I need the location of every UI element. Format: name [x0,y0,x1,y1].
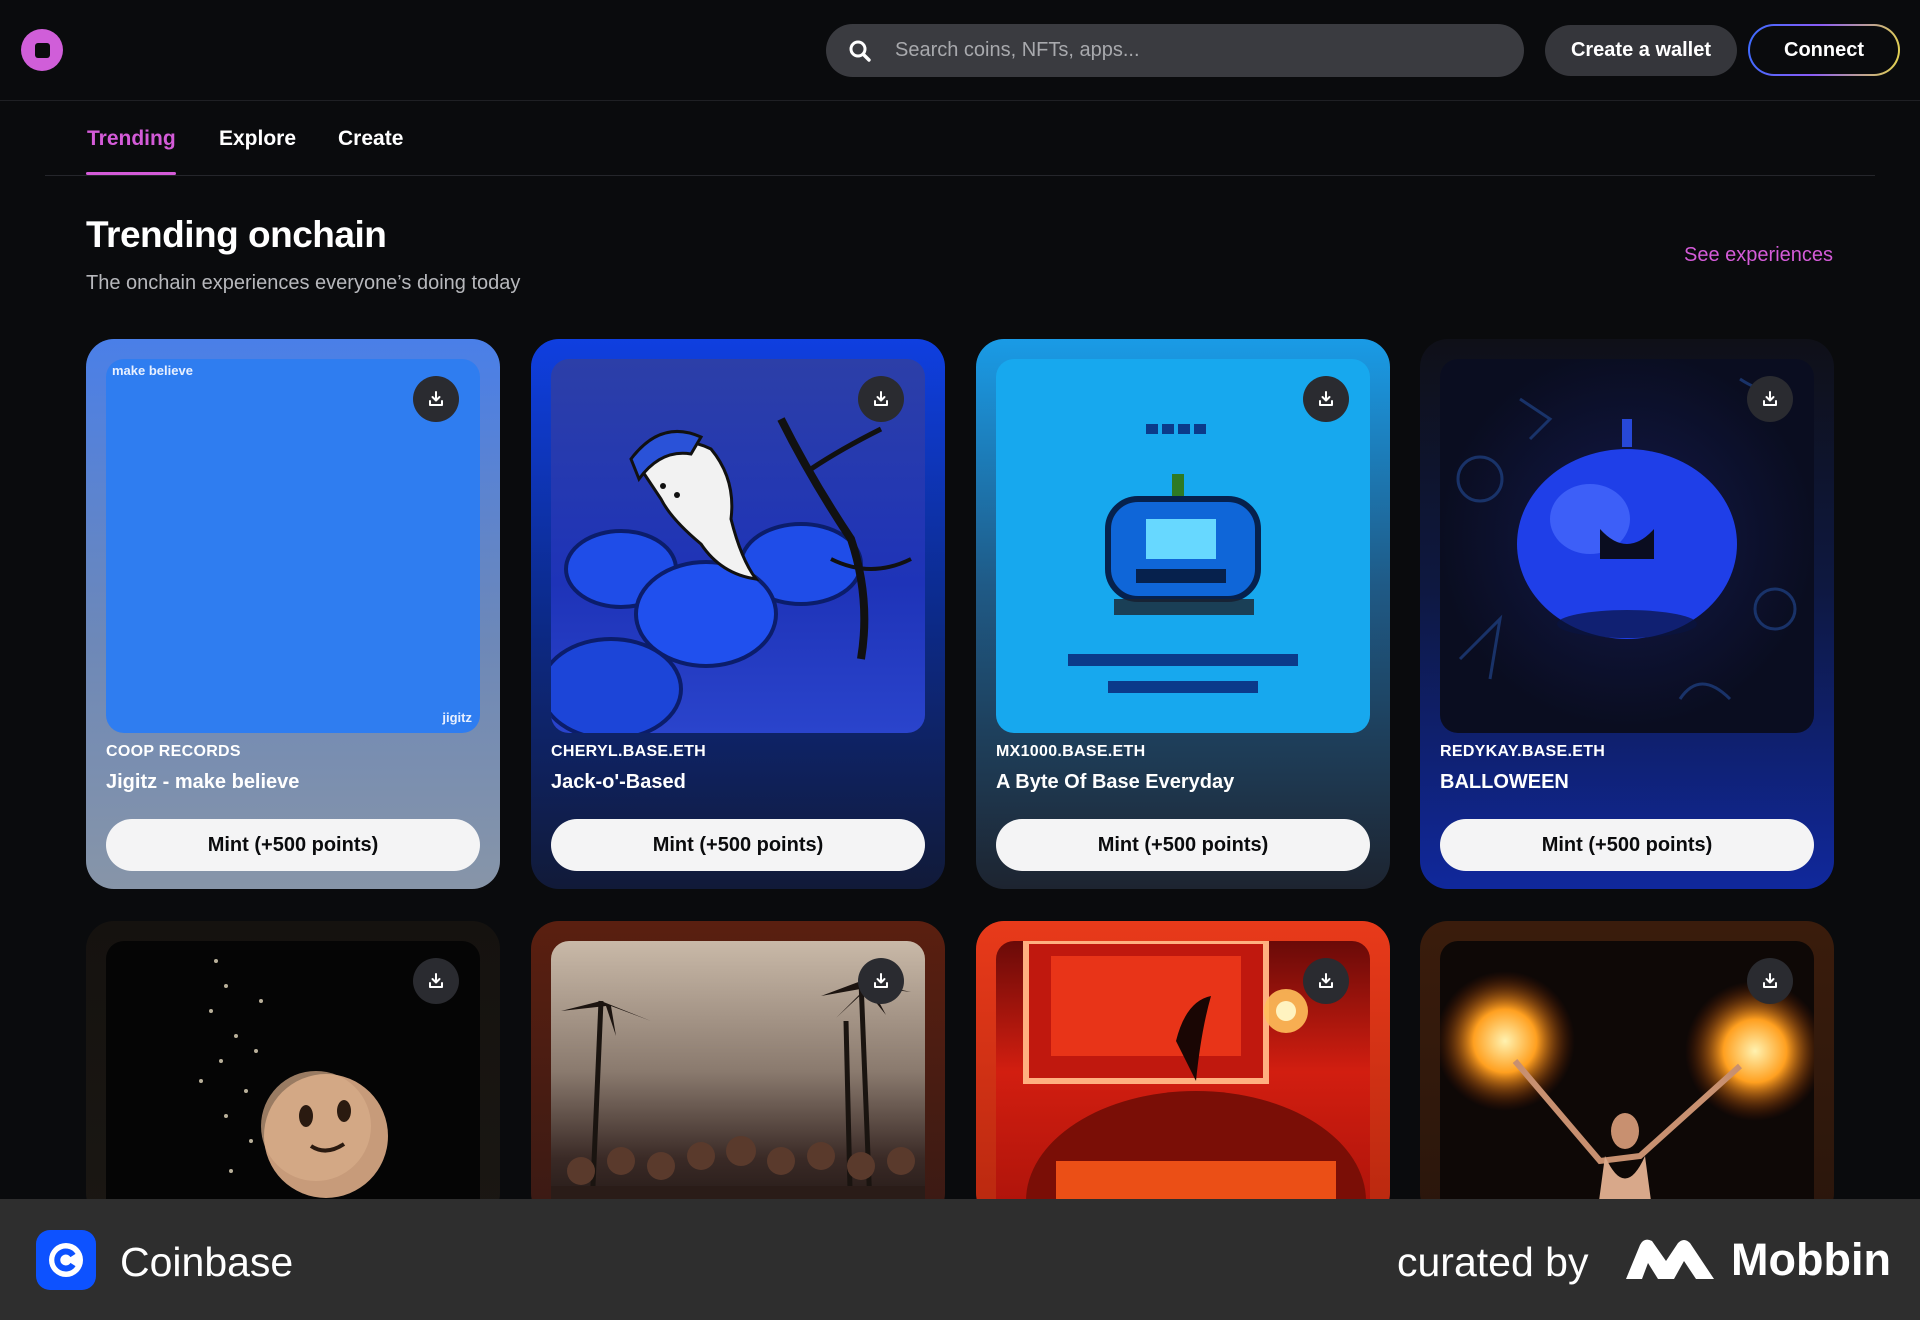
search-icon [849,40,871,62]
download-button[interactable] [1303,958,1349,1004]
attribution-bar: Coinbase curated by Mobbin [0,1199,1920,1320]
card-creator[interactable]: CHERYL.BASE.ETH [551,743,706,761]
download-button[interactable] [858,958,904,1004]
experience-card[interactable] [1420,921,1834,1221]
download-icon [1763,973,1777,988]
mint-button[interactable]: Mint (+500 points) [106,819,480,871]
tab-create[interactable]: Create [338,127,403,151]
experience-card[interactable]: make believe jigitz COOP RECORDS Jigitz … [86,339,500,889]
download-icon [874,391,888,406]
curated-by-label: curated by [1397,1239,1589,1285]
download-button[interactable] [1747,376,1793,422]
active-tab-indicator [86,172,176,175]
experience-card[interactable] [86,921,500,1221]
card-title: A Byte Of Base Everyday [996,771,1235,793]
download-icon [874,973,888,988]
experience-card[interactable]: REDYKAY.BASE.ETH BALLOWEEN Mint (+500 po… [1420,339,1834,889]
card-title: Jack-o'-Based [551,771,686,793]
search-input[interactable] [895,39,1495,62]
download-icon [429,973,443,988]
art-caption: make believe [112,363,193,378]
download-icon [1319,391,1333,406]
mint-button[interactable]: Mint (+500 points) [996,819,1370,871]
mobbin-logo [1626,1239,1714,1279]
art-signature: jigitz [442,710,472,725]
create-wallet-button[interactable]: Create a wallet [1545,25,1737,76]
card-title: Jigitz - make believe [106,771,300,793]
base-logo[interactable] [21,29,63,71]
download-icon [1319,973,1333,988]
download-button[interactable] [1747,958,1793,1004]
card-creator[interactable]: MX1000.BASE.ETH [996,743,1145,761]
connect-button-label: Connect [1750,26,1898,74]
download-button[interactable] [1303,376,1349,422]
tab-trending[interactable]: Trending [87,127,176,151]
download-button[interactable] [413,376,459,422]
coinbase-logo [36,1230,96,1290]
download-icon [1763,391,1777,406]
tab-explore[interactable]: Explore [219,127,296,151]
experience-card[interactable] [976,921,1390,1221]
mint-button[interactable]: Mint (+500 points) [551,819,925,871]
section-subtitle: The onchain experiences everyone’s doing… [86,272,521,294]
experience-card[interactable] [531,921,945,1221]
search-bar[interactable] [826,24,1524,77]
tab-bar: Trending Explore Create [45,101,1875,176]
mint-button[interactable]: Mint (+500 points) [1440,819,1814,871]
card-creator[interactable]: COOP RECORDS [106,743,241,761]
download-icon [429,391,443,406]
card-creator[interactable]: REDYKAY.BASE.ETH [1440,743,1605,761]
mobbin-wordmark: Mobbin [1731,1234,1891,1285]
card-title: BALLOWEEN [1440,771,1569,793]
experience-card[interactable]: CHERYL.BASE.ETH Jack-o'-Based Mint (+500… [531,339,945,889]
connect-button[interactable]: Connect [1748,24,1900,76]
app-name: Coinbase [120,1239,294,1285]
see-experiences-link[interactable]: See experiences [1684,244,1833,267]
experience-card[interactable]: MX1000.BASE.ETH A Byte Of Base Everyday … [976,339,1390,889]
section-title: Trending onchain [86,214,387,255]
top-bar: Create a wallet Connect [0,0,1920,101]
download-button[interactable] [413,958,459,1004]
download-button[interactable] [858,376,904,422]
